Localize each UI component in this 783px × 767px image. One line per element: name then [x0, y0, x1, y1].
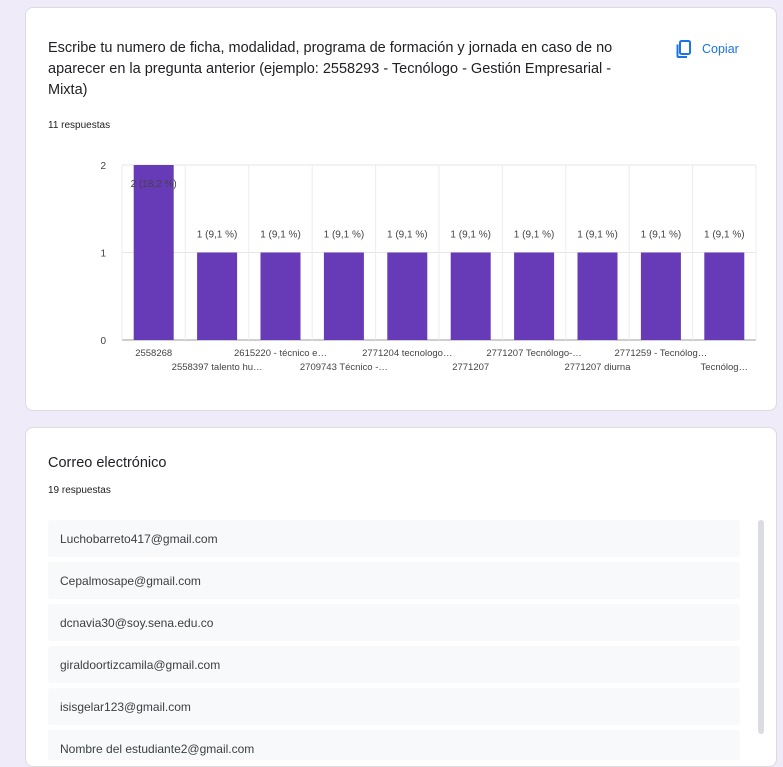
response-list[interactable]: Luchobarreto417@gmail.com Cepalmosape@gm… [48, 520, 740, 760]
bar [577, 252, 618, 340]
chart-question-card: Escribe tu numero de ficha, modalidad, p… [25, 7, 777, 411]
bar [704, 252, 745, 340]
list-item: isisgelar123@gmail.com [48, 688, 740, 725]
bar [514, 252, 555, 340]
data-label: 1 (9,1 %) [641, 230, 682, 241]
list-item: giraldoortizcamila@gmail.com [48, 646, 740, 683]
x-tick-label: 2771207 [452, 362, 489, 373]
x-tick-label: 2771207 diurna [564, 362, 631, 373]
bar [450, 252, 491, 340]
data-label: 1 (9,1 %) [514, 230, 555, 241]
bar [323, 252, 364, 340]
bar-chart-svg: 0 1 2 2 (18,2 %) 2558268 1 (9,1 %) 2558397 tal… [100, 161, 757, 373]
data-label: 1 (9,1 %) [324, 230, 365, 241]
list-item: Luchobarreto417@gmail.com [48, 520, 740, 557]
bar [133, 165, 174, 340]
list-scrollbar[interactable] [758, 520, 764, 734]
x-tick-label: 2771207 Tecnólogo-… [486, 348, 581, 359]
x-tick-label: 2771204 tecnologo… [362, 348, 452, 359]
x-tick-label: Tecnólog… [701, 362, 749, 373]
data-label: 1 (9,1 %) [197, 230, 238, 241]
y-tick-label: 2 [100, 161, 106, 172]
bar [197, 252, 238, 340]
y-tick-label: 0 [100, 336, 106, 347]
x-tick-label: 2771259 - Tecnólog… [615, 348, 708, 359]
x-tick-label: 2709743 Técnico -… [300, 362, 388, 373]
data-label: 1 (9,1 %) [387, 230, 428, 241]
email-question-card: Correo electrónico 19 respuestas Luchoba… [25, 427, 777, 767]
data-label: 1 (9,1 %) [450, 230, 491, 241]
y-tick-label: 1 [100, 249, 106, 260]
question-title: Correo electrónico [48, 455, 167, 471]
list-item: dcnavia30@soy.sena.edu.co [48, 604, 740, 641]
bar [640, 252, 681, 340]
bar-chart: 0 1 2 2 (18,2 %) 2558268 1 (9,1 %) 2558397 tal… [26, 8, 778, 412]
data-label: 1 (9,1 %) [704, 230, 745, 241]
list-item: Cepalmosape@gmail.com [48, 562, 740, 599]
bar [260, 252, 301, 340]
bar [387, 252, 428, 340]
data-label: 1 (9,1 %) [260, 230, 301, 241]
x-tick-label: 2558397 talento hu… [172, 362, 263, 373]
response-count: 19 respuestas [48, 485, 111, 496]
data-label: 2 (18,2 %) [131, 179, 177, 190]
data-label: 1 (9,1 %) [577, 230, 618, 241]
x-tick-label: 2615220 - técnico e… [234, 348, 327, 359]
x-tick-label: 2558268 [135, 348, 172, 359]
